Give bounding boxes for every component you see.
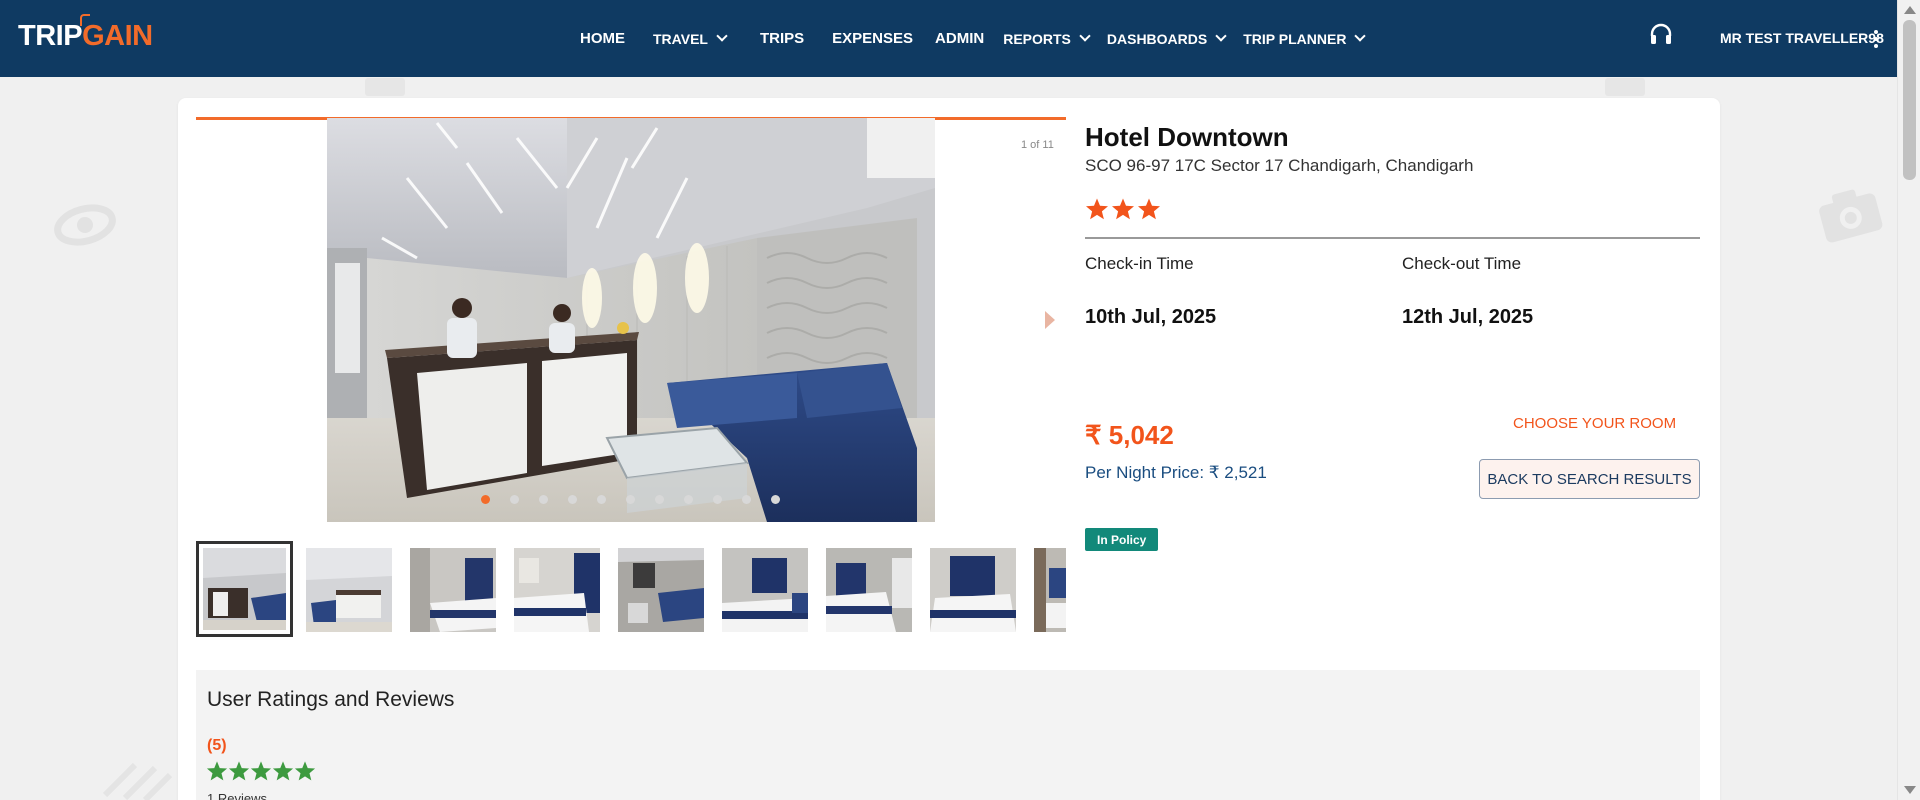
star-icon: [1138, 198, 1160, 220]
star-icon: [1086, 198, 1108, 220]
carousel-counter: 1 of 11: [1021, 139, 1054, 151]
main-nav: HOME TRAVEL TRIPS EXPENSES ADMIN REPORTS…: [580, 0, 1367, 77]
thumbnail-room-3[interactable]: [618, 548, 704, 632]
star-icon: [272, 761, 294, 781]
scroll-up-arrow-icon[interactable]: [1904, 6, 1916, 14]
chevron-down-icon: [1354, 30, 1367, 42]
thumbnail-room-1[interactable]: [410, 548, 496, 632]
hotel-star-rating: [1085, 197, 1163, 221]
hotel-main-photo[interactable]: [327, 118, 935, 522]
kebab-menu-icon[interactable]: [1874, 30, 1878, 48]
scrollbar-thumb[interactable]: [1903, 20, 1916, 180]
checkout-label: Check-out Time: [1402, 254, 1522, 273]
tripgain-logo[interactable]: TRIPGAIN: [18, 20, 153, 56]
reviews-count: 1 Reviews: [207, 791, 267, 800]
nav-trip-planner[interactable]: TRIP PLANNER: [1243, 30, 1367, 47]
nav-home[interactable]: HOME: [580, 30, 625, 47]
nav-trips[interactable]: TRIPS: [760, 30, 804, 47]
logo-gain-text: GAIN: [82, 20, 153, 52]
carousel-dot[interactable]: [742, 495, 751, 504]
choose-room-link[interactable]: CHOOSE YOUR ROOM: [1513, 415, 1676, 432]
carousel-dot[interactable]: [568, 495, 577, 504]
thumbnail-lobby[interactable]: [196, 541, 293, 637]
thumbnail-reception[interactable]: [306, 548, 392, 632]
scroll-down-arrow-icon[interactable]: [1904, 786, 1916, 794]
headset-icon[interactable]: [1649, 22, 1673, 46]
top-navbar: TRIPGAIN HOME TRAVEL TRIPS EXPENSES ADMI…: [0, 0, 1897, 77]
nav-travel[interactable]: TRAVEL: [653, 30, 728, 47]
checkout-date: 12th Jul, 2025: [1402, 306, 1534, 328]
carousel-dot[interactable]: [655, 495, 664, 504]
thumbnail-strip: [196, 541, 1066, 637]
reviews-score: (5): [207, 737, 227, 754]
nav-reports[interactable]: REPORTS: [1003, 30, 1091, 47]
nav-dashboards[interactable]: DASHBOARDS: [1107, 30, 1227, 47]
back-to-search-button[interactable]: BACK TO SEARCH RESULTS: [1479, 459, 1700, 499]
in-policy-badge: In Policy: [1085, 528, 1159, 551]
thumbnail-room-6[interactable]: [930, 548, 1016, 632]
nav-admin[interactable]: ADMIN: [935, 30, 984, 47]
reviews-star-rating: [206, 760, 316, 782]
star-icon: [250, 761, 272, 781]
chevron-down-icon: [716, 30, 728, 42]
per-night-price: Per Night Price: ₹ 2,521: [1085, 463, 1267, 482]
carousel-dot[interactable]: [597, 495, 606, 504]
carousel-dot[interactable]: [684, 495, 693, 504]
hotel-address: SCO 96-97 17C Sector 17 Chandigarh, Chan…: [1085, 156, 1474, 175]
reviews-title: User Ratings and Reviews: [207, 688, 455, 711]
reviews-section: User Ratings and Reviews (5) 1 Reviews: [196, 670, 1700, 800]
total-price: ₹ 5,042: [1085, 420, 1174, 450]
star-icon: [206, 761, 228, 781]
carousel-dot[interactable]: [626, 495, 635, 504]
watermark-eye-icon: [50, 200, 120, 255]
star-icon: [1112, 198, 1134, 220]
hotel-name: Hotel Downtown: [1085, 122, 1289, 152]
checkin-label: Check-in Time: [1085, 254, 1194, 273]
logo-trip-text: TRIP: [18, 20, 83, 52]
star-icon: [228, 761, 250, 781]
carousel-dot[interactable]: [510, 495, 519, 504]
chevron-down-icon: [1079, 30, 1091, 42]
thumbnail-room-2[interactable]: [514, 548, 600, 632]
carousel-dot[interactable]: [771, 495, 780, 504]
thumbnail-room-7[interactable]: [1034, 548, 1066, 632]
watermark-camera-icon: [1815, 185, 1885, 250]
star-icon: [294, 761, 316, 781]
carousel-dot[interactable]: [713, 495, 722, 504]
user-menu-name[interactable]: MR TEST TRAVELLER98: [1720, 30, 1884, 46]
carousel-dot[interactable]: [539, 495, 548, 504]
checkin-date: 10th Jul, 2025: [1085, 306, 1217, 328]
photo-carousel: 1 of 11: [196, 117, 1066, 523]
nav-expenses[interactable]: EXPENSES: [832, 30, 913, 47]
watermark-sun-icon: [95, 750, 175, 800]
carousel-dot[interactable]: [481, 495, 490, 504]
chevron-down-icon: [1215, 30, 1227, 42]
carousel-dots: [481, 495, 800, 504]
info-divider: [1085, 237, 1700, 239]
carousel-next-arrow-icon[interactable]: [1045, 311, 1055, 329]
thumbnail-room-5[interactable]: [826, 548, 912, 632]
thumbnail-room-4[interactable]: [722, 548, 808, 632]
page-scrollbar[interactable]: [1897, 0, 1920, 800]
